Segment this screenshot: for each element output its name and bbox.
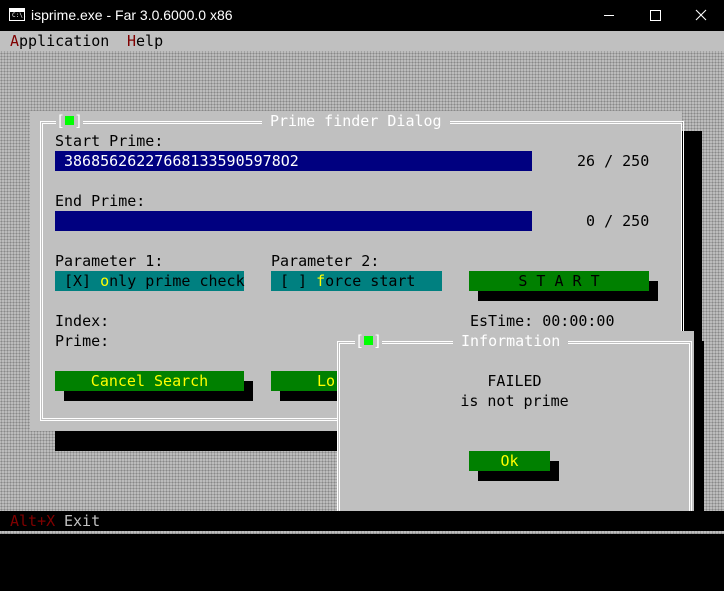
- exit-shortcut-key[interactable]: Alt+X: [10, 511, 55, 531]
- prime-label: Prime:: [55, 332, 110, 350]
- close-marker-icon: [65, 116, 75, 125]
- start-prime-label: Start Prime:: [55, 132, 164, 150]
- parameter-1-label: Parameter 1:: [55, 252, 164, 270]
- dialog-close-box[interactable]: []: [56, 111, 84, 131]
- maximize-button[interactable]: [632, 0, 678, 31]
- close-window-button[interactable]: [678, 0, 724, 31]
- console-area: Application Help [] Prime finder Dialog …: [0, 31, 724, 534]
- end-prime-label: End Prime:: [55, 192, 146, 210]
- menu-bar: Application Help: [0, 31, 724, 51]
- estime-label: EsTime: 00:00:00: [470, 312, 615, 330]
- info-title: Information: [453, 331, 569, 351]
- info-close-box[interactable]: []: [355, 331, 383, 351]
- minimize-icon: [604, 15, 614, 16]
- close-marker-icon: [364, 336, 374, 345]
- start-prime-input[interactable]: 386856262276681335905978O2: [55, 151, 532, 171]
- ok-button-label: Ok: [469, 451, 550, 471]
- parameter-2-label: Parameter 2:: [271, 252, 380, 270]
- info-frame: [337, 341, 692, 519]
- menu-application[interactable]: Application: [10, 31, 109, 51]
- dialog-title: Prime finder Dialog: [262, 111, 450, 131]
- dialog-shadow: [694, 341, 704, 531]
- log-button-label: Lo: [317, 372, 336, 390]
- start-button-label: S T A R T: [469, 271, 649, 291]
- window-title: isprime.exe - Far 3.0.6000.0 x86: [31, 7, 233, 23]
- end-prime-counter: 0 / 250: [577, 212, 650, 230]
- index-label: Index:: [55, 312, 110, 330]
- menu-help[interactable]: Help: [127, 31, 163, 51]
- force-start-checkbox[interactable]: [ ] force start: [271, 271, 442, 291]
- only-prime-check-checkbox[interactable]: [X] only prime check: [55, 271, 245, 291]
- information-dialog: [] Information FAILED is not prime Ok: [337, 331, 694, 531]
- info-message-status: FAILED: [487, 372, 542, 390]
- info-message-detail: is not prime: [460, 392, 569, 410]
- end-prime-input[interactable]: [55, 211, 532, 231]
- exit-shortcut-label[interactable]: Exit: [64, 511, 100, 531]
- window-titlebar: C:\. isprime.exe - Far 3.0.6000.0 x86: [0, 0, 724, 31]
- maximize-icon: [650, 10, 661, 21]
- key-bar: Alt+X Exit: [0, 511, 724, 531]
- start-prime-counter: 26 / 250: [577, 152, 650, 170]
- close-icon: [695, 9, 707, 21]
- minimize-button[interactable]: [586, 0, 632, 31]
- console-app-icon: C:\.: [9, 8, 26, 21]
- cancel-search-button-label: Cancel Search: [55, 371, 244, 391]
